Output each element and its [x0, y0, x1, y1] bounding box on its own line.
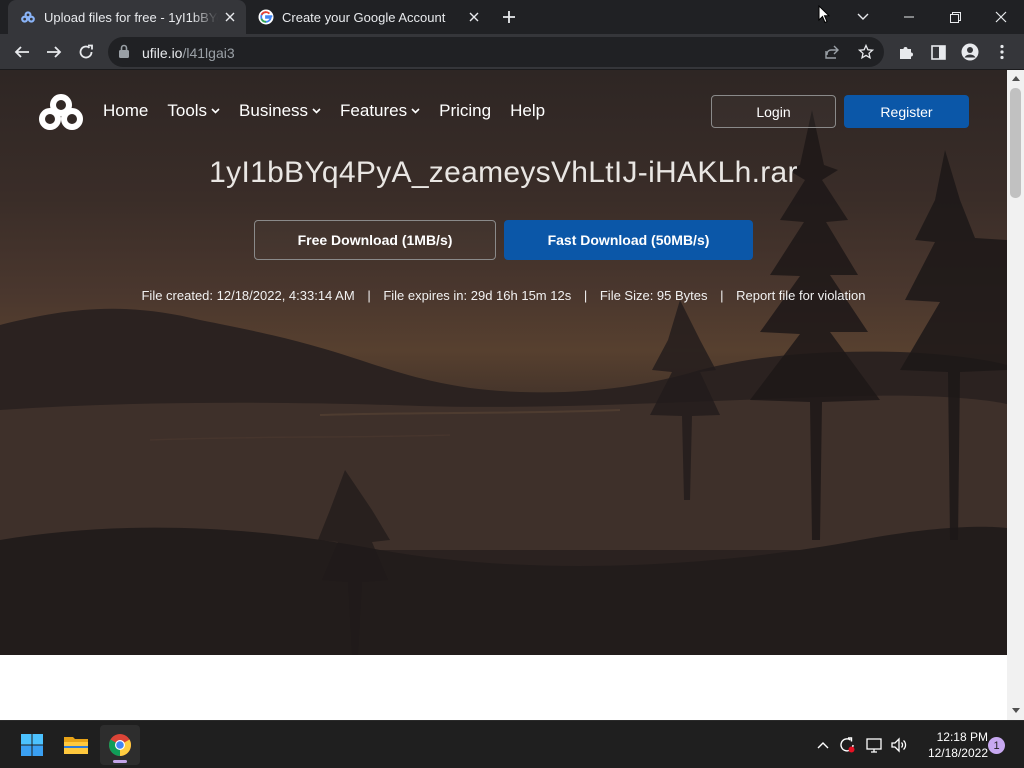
- nav-tools-label: Tools: [167, 101, 208, 120]
- volume-icon[interactable]: [889, 735, 909, 755]
- separator: |: [583, 288, 588, 303]
- chevron-down-icon: [411, 108, 420, 114]
- side-panel-icon[interactable]: [924, 38, 952, 66]
- nav-business[interactable]: Business: [239, 101, 321, 121]
- close-tab-icon[interactable]: [222, 9, 238, 25]
- chrome-icon[interactable]: [100, 725, 140, 765]
- minimize-icon[interactable]: [886, 0, 932, 34]
- reload-icon[interactable]: [72, 38, 100, 66]
- page-scrollbar[interactable]: [1007, 70, 1024, 720]
- address-bar[interactable]: ufile.io/l41lgai3: [108, 37, 884, 67]
- show-hidden-icons-chevron-icon[interactable]: [813, 735, 833, 755]
- clock-date: 12/18/2022: [927, 746, 988, 760]
- network-icon[interactable]: [865, 735, 885, 755]
- extensions-puzzle-icon[interactable]: [892, 38, 920, 66]
- separator: |: [367, 288, 371, 303]
- nav-features[interactable]: Features: [340, 101, 420, 121]
- nav-tools[interactable]: Tools: [167, 101, 220, 121]
- share-icon[interactable]: [822, 42, 842, 62]
- browser-toolbar: ufile.io/l41lgai3: [0, 34, 1024, 70]
- tab-title: Upload files for free - 1yI1bBYq4PyA: [44, 9, 218, 25]
- nav-help[interactable]: Help: [510, 101, 545, 121]
- tab-title: Create your Google Account: [282, 9, 446, 25]
- back-arrow-icon[interactable]: [8, 38, 36, 66]
- scrollbar-thumb[interactable]: [1010, 88, 1021, 198]
- google-g-icon: [258, 9, 274, 25]
- close-window-icon[interactable]: [978, 0, 1024, 34]
- profile-avatar-icon[interactable]: [956, 38, 984, 66]
- ufile-logo-icon: [20, 9, 36, 25]
- file-meta-info: File created: 12/18/2022, 4:33:14 AM | F…: [0, 288, 1007, 303]
- nav-business-label: Business: [239, 101, 309, 120]
- notification-badge[interactable]: 1: [988, 737, 1005, 754]
- active-app-indicator: [113, 760, 127, 763]
- file-size-text: File Size: 95 Bytes: [599, 288, 708, 303]
- tab-ufile[interactable]: Upload files for free - 1yI1bBYq4PyA: [8, 0, 246, 34]
- tab-strip: Upload files for free - 1yI1bBYq4PyA Cre…: [0, 0, 1024, 34]
- new-tab-icon[interactable]: [498, 6, 520, 28]
- main-nav: Home Tools Business Features Pricing Hel…: [103, 101, 564, 121]
- forward-arrow-icon[interactable]: [40, 38, 68, 66]
- clock-time: 12:18 PM: [936, 730, 988, 744]
- file-expires-text: File expires in: 29d 16h 15m 12s: [383, 288, 572, 303]
- restore-icon[interactable]: [932, 0, 978, 34]
- web-page: Home Tools Business Features Pricing Hel…: [0, 70, 1007, 720]
- ufile-logo-icon[interactable]: [38, 94, 84, 130]
- nav-features-label: Features: [340, 101, 408, 120]
- file-name-title: 1yI1bBYq4PyA_zeameysVhLtIJ-iHAKLh.rar: [209, 156, 798, 189]
- tab-google-account[interactable]: Create your Google Account: [250, 0, 490, 34]
- nav-pricing[interactable]: Pricing: [439, 101, 491, 121]
- windows-taskbar: 12:18 PM 12/18/2022 1: [0, 720, 1024, 768]
- scroll-up-arrow-icon[interactable]: [1011, 74, 1020, 83]
- system-clock[interactable]: 12:18 PM 12/18/2022: [914, 729, 988, 761]
- hero-section: Home Tools Business Features Pricing Hel…: [0, 70, 1007, 655]
- scroll-down-arrow-icon[interactable]: [1011, 706, 1020, 715]
- more-menu-icon[interactable]: [988, 38, 1016, 66]
- separator: |: [720, 288, 724, 303]
- register-button[interactable]: Register: [844, 95, 969, 128]
- file-created-text: File created: 12/18/2022, 4:33:14 AM: [141, 288, 355, 303]
- free-download-button[interactable]: Free Download (1MB/s): [254, 220, 496, 260]
- tab-search-chevron-icon[interactable]: [840, 0, 886, 34]
- chevron-down-icon: [211, 108, 220, 114]
- file-explorer-icon[interactable]: [56, 725, 96, 765]
- close-tab-icon[interactable]: [466, 9, 482, 25]
- url-text: ufile.io/l41lgai3: [142, 45, 235, 61]
- chevron-down-icon: [312, 108, 321, 114]
- bookmark-star-icon[interactable]: [856, 42, 876, 62]
- report-file-link[interactable]: Report file for violation: [736, 288, 865, 303]
- start-icon[interactable]: [12, 725, 52, 765]
- login-button[interactable]: Login: [711, 95, 836, 128]
- lock-icon[interactable]: [118, 44, 130, 64]
- nav-home[interactable]: Home: [103, 101, 148, 121]
- fast-download-button[interactable]: Fast Download (50MB/s): [504, 220, 753, 260]
- mouse-cursor-icon: [818, 5, 830, 24]
- sync-status-icon[interactable]: [837, 735, 857, 755]
